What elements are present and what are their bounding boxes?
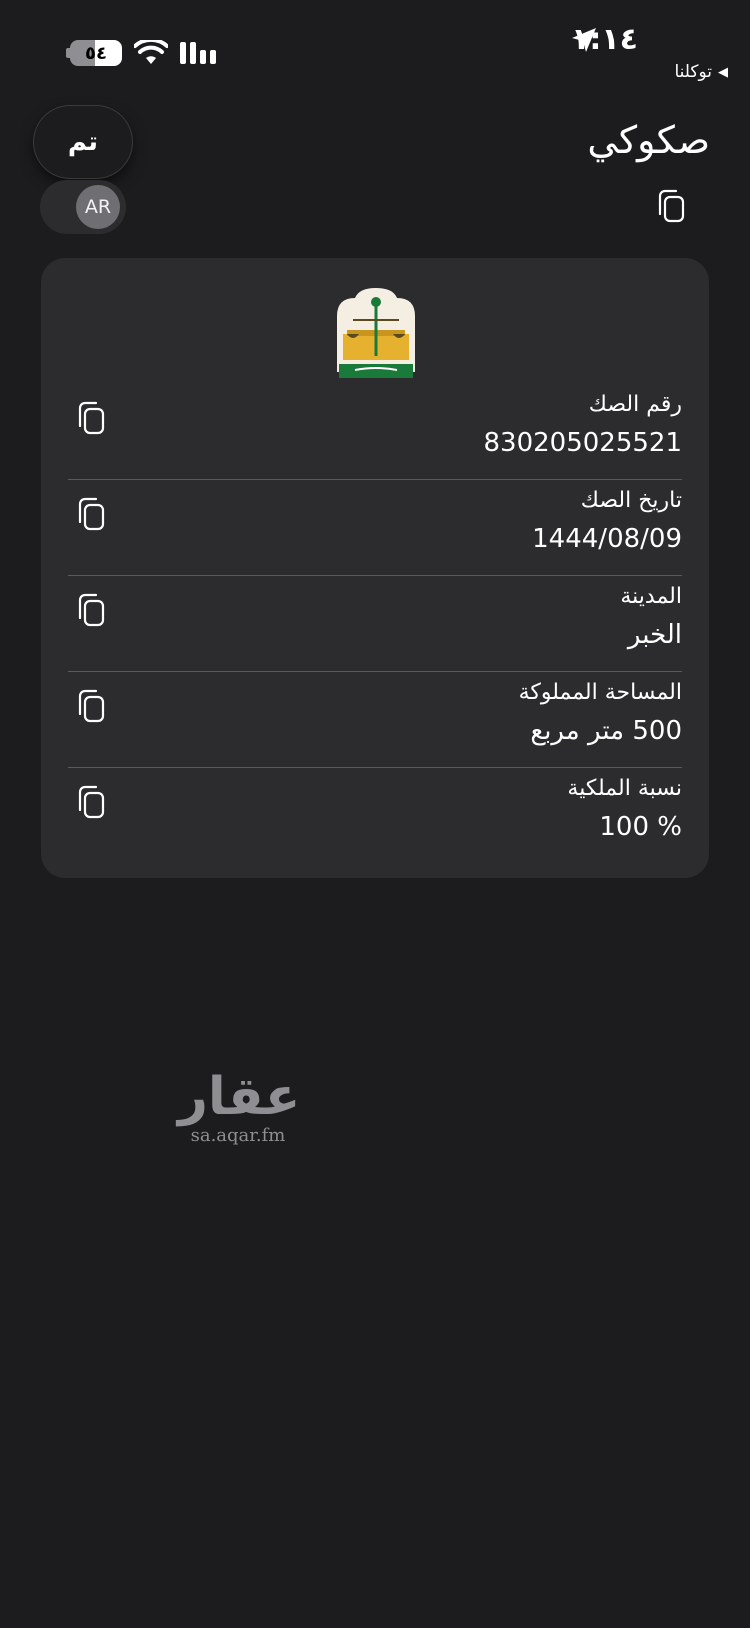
owned-area-label: المساحة المملوكة xyxy=(518,680,682,705)
watermark-url: sa.aqar.fm xyxy=(190,1125,286,1146)
deed-card: رقم الصك 830205025521 تاريخ الصك 1444/08… xyxy=(41,258,709,878)
owned-area-value: 500 متر مربع xyxy=(530,716,682,746)
language-toggle-knob: AR xyxy=(76,185,120,229)
done-button[interactable]: تم xyxy=(34,106,132,178)
copy-icon[interactable] xyxy=(76,496,106,532)
field-ownership-percent: نسبة الملكية 100 % xyxy=(68,768,682,864)
battery-indicator: ٥٤ xyxy=(70,40,122,66)
aqar-watermark: عقار sa.aqar.fm xyxy=(178,1068,298,1146)
field-city: المدينة الخبر xyxy=(68,576,682,672)
deed-number-value: 830205025521 xyxy=(483,428,682,458)
deed-date-label: تاريخ الصك xyxy=(580,488,682,513)
watermark-logo: عقار xyxy=(178,1067,301,1127)
status-time: ١:١٤ xyxy=(571,22,638,57)
screen: ٥٤ ١:١٤ توكلنا ◀ تم AR صكوكي رقم الصك 83… xyxy=(0,0,750,1628)
field-deed-date: تاريخ الصك 1444/08/09 xyxy=(68,480,682,576)
copy-icon[interactable] xyxy=(76,784,106,820)
language-toggle[interactable]: AR xyxy=(40,180,126,234)
wifi-icon xyxy=(134,40,168,64)
deed-date-value: 1444/08/09 xyxy=(532,524,682,554)
copy-icon[interactable] xyxy=(76,592,106,628)
back-triangle-icon: ◀ xyxy=(718,64,728,80)
back-app-label: توكلنا xyxy=(674,62,712,82)
signal-icon xyxy=(180,42,216,64)
back-to-app-link[interactable]: توكلنا ◀ xyxy=(674,62,728,82)
field-owned-area: المساحة المملوكة 500 متر مربع xyxy=(68,672,682,768)
field-deed-number: رقم الصك 830205025521 xyxy=(68,384,682,480)
copy-icon[interactable] xyxy=(76,688,106,724)
ministry-of-justice-emblem xyxy=(337,288,415,378)
city-label: المدينة xyxy=(620,584,682,609)
ownership-percent-value: 100 % xyxy=(599,812,682,842)
copy-all-icon[interactable] xyxy=(656,188,686,224)
deed-number-label: رقم الصك xyxy=(588,392,682,417)
city-value: الخبر xyxy=(627,620,682,650)
copy-icon[interactable] xyxy=(76,400,106,436)
ownership-percent-label: نسبة الملكية xyxy=(567,776,682,801)
page-title: صكوكي xyxy=(587,118,710,162)
